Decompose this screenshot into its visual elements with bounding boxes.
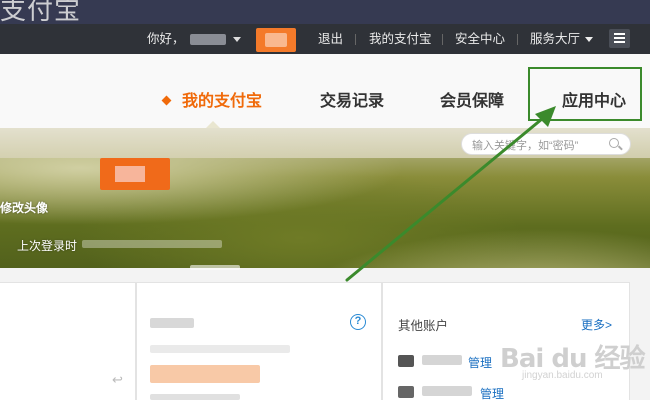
watermark-url: jingyan.baidu.com xyxy=(522,370,603,381)
alipay-page: 支付宝 你好， 退出 我的支付宝 安全中心 服务大厅 我的支付宝 交易记录 会员… xyxy=(0,0,650,400)
